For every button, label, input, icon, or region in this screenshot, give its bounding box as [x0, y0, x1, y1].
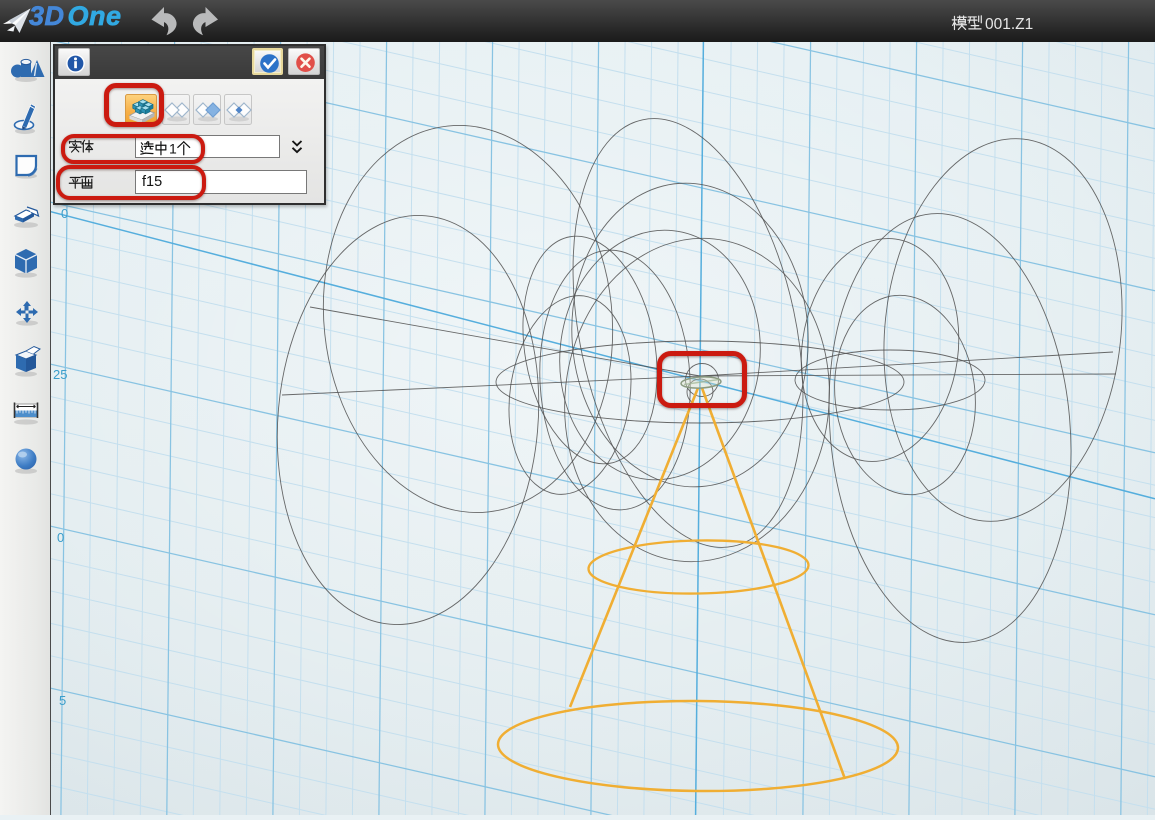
svg-text:0: 0	[61, 206, 68, 221]
svg-text:25: 25	[53, 367, 67, 382]
svg-text:0: 0	[57, 530, 64, 545]
svg-text:001.Z1: 001.Z1	[985, 16, 1033, 33]
svg-text:5: 5	[59, 693, 66, 708]
